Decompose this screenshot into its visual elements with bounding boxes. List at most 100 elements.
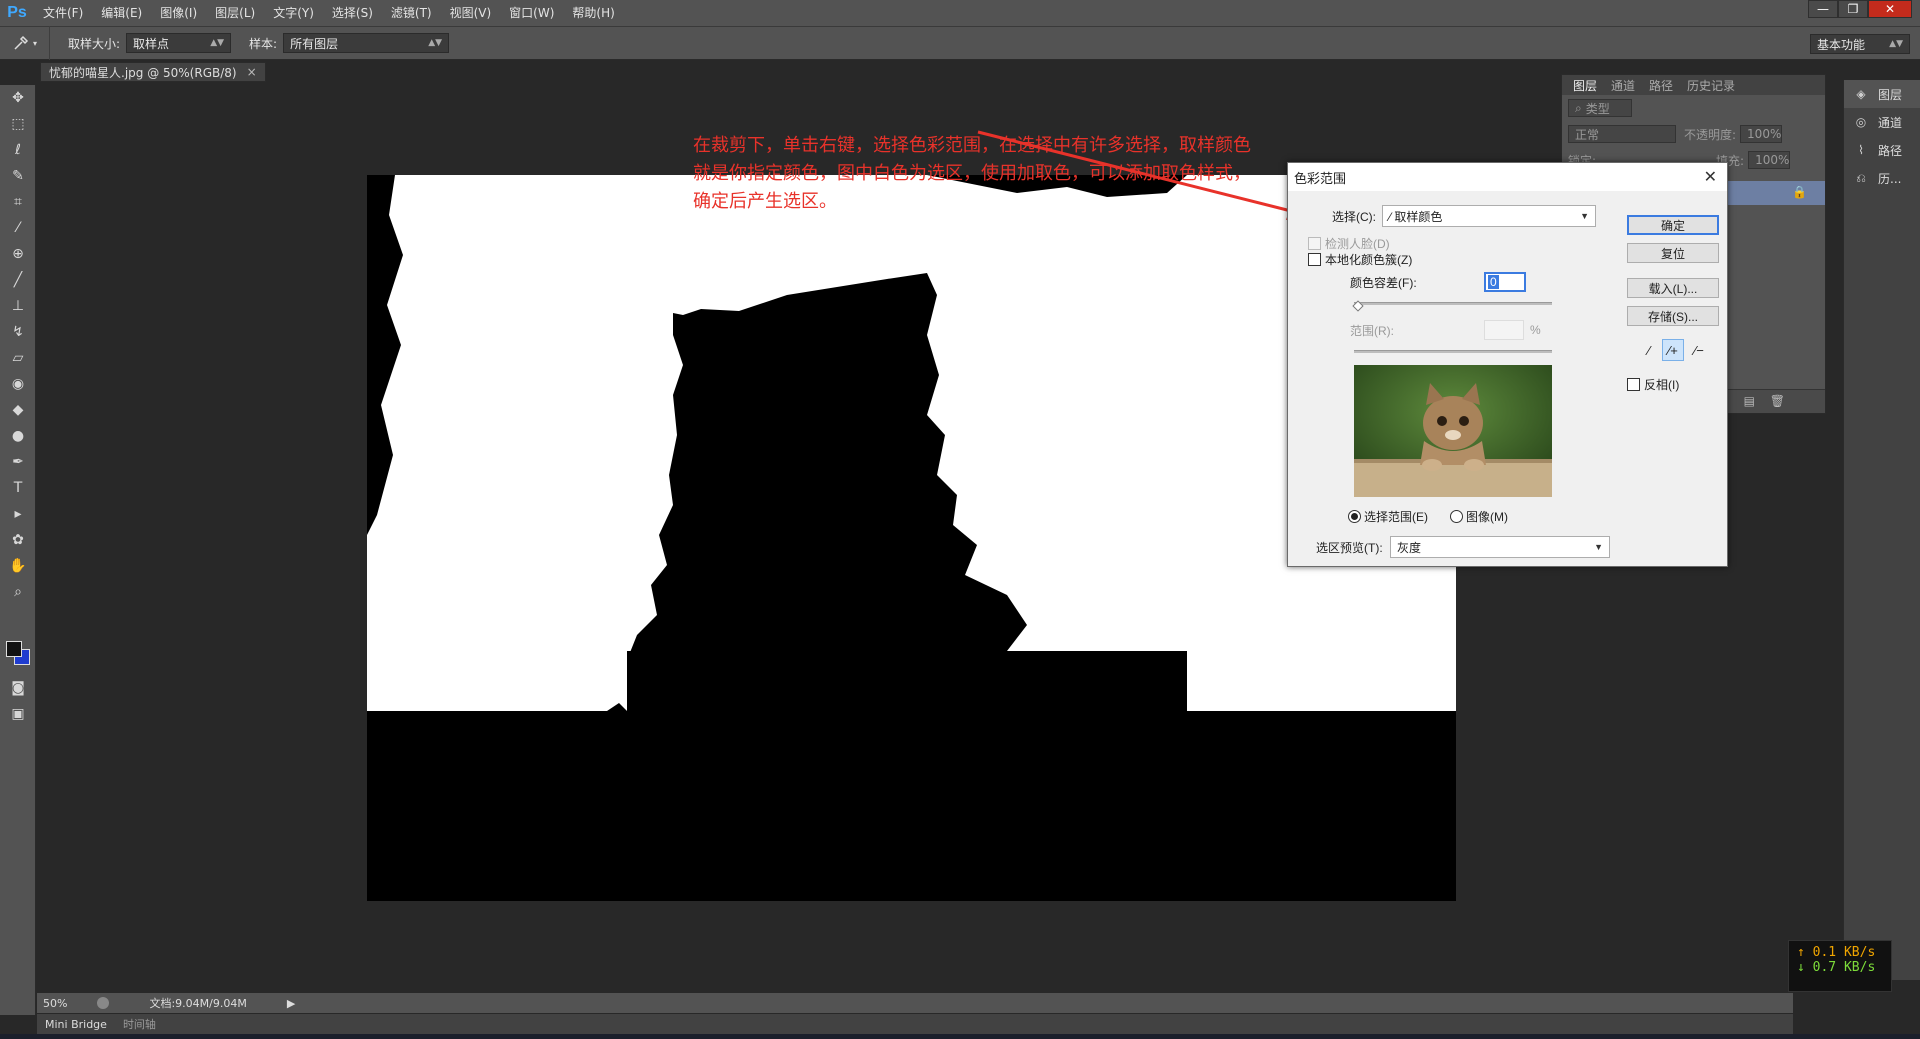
detect-faces-checkbox[interactable] <box>1308 237 1321 250</box>
select-dropdown[interactable]: ⁄ 取样颜色 ▼ <box>1382 205 1596 227</box>
sample-select[interactable]: 所有图层 ▲▼ <box>283 33 450 53</box>
eyedropper-tool-preset-icon[interactable]: ▾ <box>0 26 50 60</box>
selection-preview-row: 选区预览(T): 灰度 ▼ <box>1316 536 1610 558</box>
window-controls: — ❐ ✕ <box>1808 0 1912 26</box>
type-tool-icon[interactable]: T <box>0 475 36 501</box>
tab-layers[interactable]: 图层 <box>1566 77 1604 94</box>
menu-view[interactable]: 视图(V) <box>441 0 501 26</box>
options-bar: ▾ 取样大小: 取样点 ▲▼ 样本: 所有图层 ▲▼ 基本功能 ▲▼ <box>0 26 1920 60</box>
menu-type[interactable]: 文字(Y) <box>264 0 323 26</box>
menu-select[interactable]: 选择(S) <box>323 0 382 26</box>
dock-layers[interactable]: ◈ 图层 <box>1844 80 1920 108</box>
minimize-icon[interactable]: — <box>1808 0 1838 18</box>
tab-timeline[interactable]: 时间轴 <box>115 1016 164 1032</box>
status-info-icon[interactable] <box>97 997 110 1009</box>
healing-tool-icon[interactable]: ⊕ <box>0 241 36 267</box>
pen-tool-icon[interactable]: ✒ <box>0 449 36 475</box>
kitten-thumbnail <box>1354 365 1552 497</box>
blur-tool-icon[interactable]: ◆ <box>0 397 36 423</box>
path-select-tool-icon[interactable]: ▸ <box>0 501 36 527</box>
fuzziness-slider[interactable] <box>1354 302 1552 305</box>
marquee-tool-icon[interactable]: ⬚ <box>0 111 36 137</box>
radio-selected-dot <box>1351 513 1358 520</box>
layer-filter-select[interactable]: ⌕ 类型 <box>1568 99 1632 117</box>
ok-button[interactable]: 确定 <box>1627 215 1719 235</box>
range-slider[interactable] <box>1354 350 1552 353</box>
menu-image[interactable]: 图像(I) <box>151 0 206 26</box>
eyedropper-icon[interactable]: ⁄ <box>1638 339 1660 361</box>
foreground-color-swatch[interactable] <box>6 641 22 657</box>
brush-tool-icon[interactable]: ╱ <box>0 267 36 293</box>
cat-preview-image[interactable] <box>1354 365 1552 497</box>
status-menu-arrow-icon[interactable]: ▶ <box>287 997 295 1010</box>
tab-mini-bridge[interactable]: Mini Bridge <box>37 1018 115 1031</box>
zoom-level[interactable]: 50% <box>43 997 67 1010</box>
taskbar-strip <box>0 1034 1920 1039</box>
shape-tool-icon[interactable]: ✿ <box>0 527 36 553</box>
screen-mode-icon[interactable]: ▣ <box>0 701 36 727</box>
dock-history[interactable]: ⎌ 历... <box>1844 164 1920 192</box>
fill-input[interactable]: 100% <box>1748 151 1791 169</box>
tab-paths[interactable]: 路径 <box>1642 77 1680 94</box>
eyedropper-plus-icon[interactable]: ⁄+ <box>1662 339 1684 361</box>
photoshop-logo: Ps <box>7 4 27 21</box>
paint-bucket-tool-icon[interactable]: ◉ <box>0 371 36 397</box>
move-tool-icon[interactable]: ✥ <box>0 85 36 111</box>
new-layer-icon[interactable]: ▤ <box>1744 394 1755 408</box>
reset-button[interactable]: 复位 <box>1627 243 1719 263</box>
eyedropper-tool-icon[interactable]: ⁄ <box>0 215 36 241</box>
close-icon[interactable]: ✕ <box>1704 167 1717 187</box>
range-input[interactable] <box>1484 320 1524 340</box>
blend-mode-select[interactable]: 正常 <box>1568 125 1676 143</box>
eraser-tool-icon[interactable]: ▱ <box>0 345 36 371</box>
history-brush-tool-icon[interactable]: ↯ <box>0 319 36 345</box>
menu-edit[interactable]: 编辑(E) <box>92 0 151 26</box>
tab-history[interactable]: 历史记录 <box>1680 77 1742 94</box>
document-tab[interactable]: 忧郁的喵星人.jpg @ 50%(RGB/8) × <box>40 62 266 82</box>
tab-channels[interactable]: 通道 <box>1604 77 1642 94</box>
quick-select-tool-icon[interactable]: ✎ <box>0 163 36 189</box>
sample-size-select[interactable]: 取样点 ▲▼ <box>126 33 232 53</box>
save-button[interactable]: 存储(S)... <box>1627 306 1719 326</box>
preview-mode-radios: 选择范围(E) 图像(M) <box>1348 508 1508 525</box>
dock-paths[interactable]: ⌇ 路径 <box>1844 136 1920 164</box>
dodge-tool-icon[interactable]: ● <box>0 423 36 449</box>
menu-filter[interactable]: 滤镜(T) <box>382 0 441 26</box>
menu-bar: Ps 文件(F) 编辑(E) 图像(I) 图层(L) 文字(Y) 选择(S) 滤… <box>0 0 1920 26</box>
selection-preview-dropdown[interactable]: 灰度 ▼ <box>1390 536 1610 558</box>
localized-checkbox[interactable] <box>1308 253 1321 266</box>
lasso-tool-icon[interactable]: ℓ <box>0 137 36 163</box>
opacity-input[interactable]: 100% <box>1740 125 1783 143</box>
close-icon[interactable]: ✕ <box>1868 0 1912 18</box>
radio-selection-label: 选择范围(E) <box>1364 510 1428 524</box>
eyedropper-minus-icon[interactable]: ⁄− <box>1688 339 1710 361</box>
restore-icon[interactable]: ❐ <box>1838 0 1868 18</box>
range-unit: % <box>1530 323 1541 337</box>
sample-size-value: 取样点 <box>133 36 170 51</box>
invert-row: 反相(I) <box>1627 376 1679 393</box>
menu-help[interactable]: 帮助(H) <box>563 0 623 26</box>
fill-value: 100% <box>1755 153 1790 167</box>
hand-tool-icon[interactable]: ✋ <box>0 553 36 579</box>
radio-image[interactable] <box>1450 510 1463 523</box>
workspace-select[interactable]: 基本功能 ▲▼ <box>1810 34 1910 54</box>
load-button[interactable]: 载入(L)... <box>1627 278 1719 298</box>
delete-layer-icon[interactable]: 🗑 <box>1770 394 1785 408</box>
stamp-tool-icon[interactable]: ⊥ <box>0 293 36 319</box>
detect-faces-label: 检测人脸(D) <box>1325 237 1390 251</box>
fuzziness-input[interactable]: 0 <box>1484 272 1526 292</box>
radio-selection[interactable] <box>1348 510 1361 523</box>
fuzziness-row: 颜色容差(F): 0 <box>1350 272 1526 292</box>
zoom-tool-icon[interactable]: ⌕ <box>0 579 36 605</box>
eyedropper-icon: ⁄ <box>1389 209 1392 224</box>
invert-checkbox[interactable] <box>1627 378 1640 391</box>
menu-layer[interactable]: 图层(L) <box>206 0 264 26</box>
dock-channels[interactable]: ◎ 通道 <box>1844 108 1920 136</box>
menu-file[interactable]: 文件(F) <box>34 0 92 26</box>
layers-panel-tabs: 图层 通道 路径 历史记录 <box>1562 75 1825 95</box>
chevron-down-icon: ▲▼ <box>1889 39 1903 49</box>
quick-mask-icon[interactable]: ◙ <box>0 675 36 701</box>
menu-window[interactable]: 窗口(W) <box>500 0 563 26</box>
close-tab-icon[interactable]: × <box>247 65 257 79</box>
crop-tool-icon[interactable]: ⌗ <box>0 189 36 215</box>
